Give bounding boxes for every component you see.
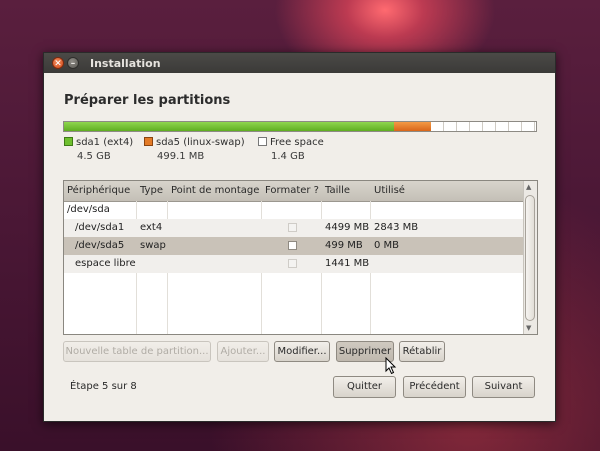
swap-swatch-icon	[144, 137, 153, 146]
cell-type: ext4	[140, 222, 163, 233]
cell-used: 0 MB	[374, 240, 400, 251]
partition-bar	[63, 121, 537, 132]
cell-device: /dev/sda	[67, 204, 110, 215]
page-title: Préparer les partitions	[64, 93, 231, 108]
cell-used: 2843 MB	[374, 222, 419, 233]
scroll-up-icon[interactable]: ▲	[526, 183, 531, 191]
legend-sda1: sda1 (ext4) 4.5 GB	[64, 137, 133, 162]
format-checkbox[interactable]	[288, 223, 297, 232]
cell-device: espace libre	[75, 258, 136, 269]
legend-size: 1.4 GB	[271, 151, 305, 162]
new-partition-table-button[interactable]: Nouvelle table de partition...	[63, 341, 211, 362]
partition-segment-sda5	[394, 122, 431, 131]
table-row-sda5[interactable]: /dev/sda5 swap 499 MB 0 MB	[64, 237, 524, 255]
minimize-icon[interactable]: –	[67, 57, 79, 69]
table-row-free-space[interactable]: espace libre 1441 MB	[64, 255, 524, 273]
step-indicator: Étape 5 sur 8	[70, 381, 137, 392]
cell-type: swap	[140, 240, 166, 251]
scroll-down-icon[interactable]: ▼	[526, 324, 531, 332]
cell-device: /dev/sda1	[75, 222, 125, 233]
legend-size: 499.1 MB	[157, 151, 205, 162]
mouse-pointer-icon	[385, 357, 397, 375]
free-swatch-icon	[258, 137, 267, 146]
window-title: Installation	[90, 57, 161, 70]
legend-label: sda5 (linux-swap)	[156, 137, 245, 148]
quit-button[interactable]: Quitter	[333, 376, 396, 398]
next-button[interactable]: Suivant	[472, 376, 535, 398]
table-row-sda[interactable]: /dev/sda	[64, 201, 524, 219]
format-checkbox[interactable]	[288, 241, 297, 250]
legend-size: 4.5 GB	[77, 151, 111, 162]
previous-button[interactable]: Précédent	[403, 376, 466, 398]
column-header-size[interactable]: Taille	[325, 185, 350, 196]
cell-size: 1441 MB	[325, 258, 370, 269]
column-header-type[interactable]: Type	[140, 185, 163, 196]
legend-sda5: sda5 (linux-swap) 499.1 MB	[144, 137, 245, 162]
column-header-format[interactable]: Formater ?	[265, 185, 319, 196]
partition-segment-free	[430, 122, 536, 131]
installer-window: ✕ – Installation Préparer les partitions…	[43, 52, 556, 422]
format-checkbox[interactable]	[288, 259, 297, 268]
close-icon[interactable]: ✕	[52, 57, 64, 69]
revert-button[interactable]: Rétablir	[399, 341, 445, 362]
table-scrollbar[interactable]: ▲ ▼	[523, 181, 537, 334]
add-partition-button[interactable]: Ajouter...	[217, 341, 269, 362]
column-header-device[interactable]: Périphérique	[67, 185, 130, 196]
legend-label: Free space	[270, 137, 324, 148]
column-header-used[interactable]: Utilisé	[374, 185, 405, 196]
legend-label: sda1 (ext4)	[76, 137, 134, 148]
title-bar: ✕ – Installation	[44, 53, 555, 73]
table-row-sda1[interactable]: /dev/sda1 ext4 4499 MB 2843 MB	[64, 219, 524, 237]
cell-device: /dev/sda5	[75, 240, 125, 251]
cell-size: 499 MB	[325, 240, 363, 251]
partition-segment-sda1	[64, 122, 395, 131]
modify-partition-button[interactable]: Modifier...	[274, 341, 330, 362]
column-header-mount[interactable]: Point de montage	[171, 185, 259, 196]
partition-table[interactable]: Périphérique Type Point de montage Forma…	[63, 180, 538, 335]
table-header: Périphérique Type Point de montage Forma…	[64, 181, 524, 202]
cell-size: 4499 MB	[325, 222, 370, 233]
legend-free: Free space 1.4 GB	[258, 137, 324, 162]
scroll-thumb[interactable]	[525, 195, 535, 321]
ext4-swatch-icon	[64, 137, 73, 146]
